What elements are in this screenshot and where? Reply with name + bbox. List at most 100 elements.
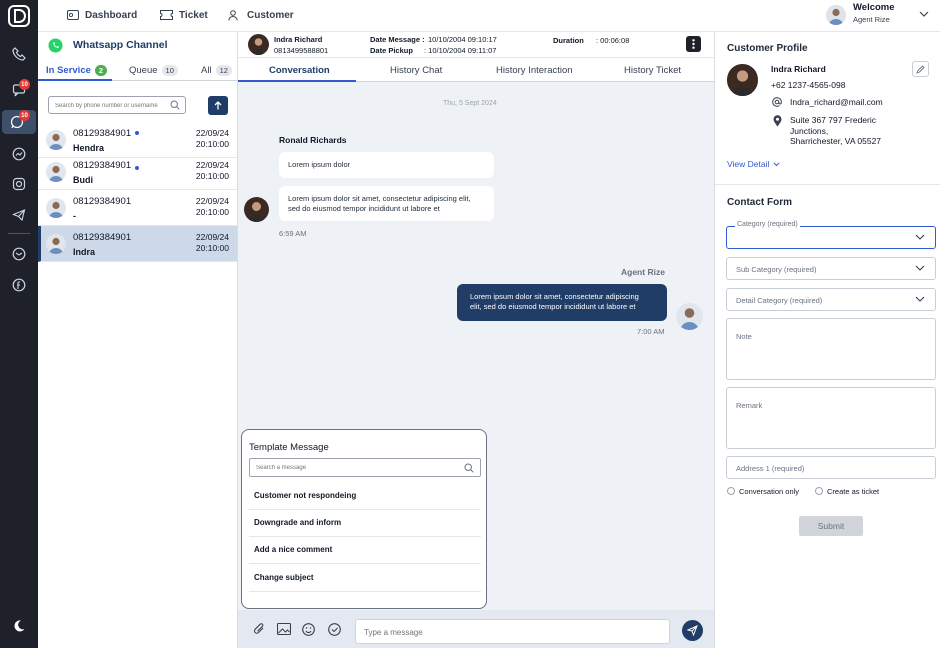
phone-icon[interactable] — [9, 44, 29, 64]
send-button[interactable] — [682, 620, 703, 641]
message-text: sed do eiusmod tempor incididunt ut labo… — [288, 204, 440, 213]
edit-profile-button[interactable] — [912, 61, 929, 77]
chevron-down-icon — [915, 234, 925, 240]
app-logo[interactable] — [8, 5, 30, 27]
template-search-box[interactable] — [249, 458, 481, 477]
nav-customer[interactable]: Customer — [228, 8, 294, 22]
email-icon[interactable] — [9, 244, 29, 264]
send-icon — [687, 625, 698, 636]
chat-panel: Indra Richard 0813499588801 Date Message… — [238, 32, 714, 648]
conversation-time: 20:10:00 — [195, 207, 229, 217]
unread-dot — [135, 166, 139, 170]
left-rail: 10 10 — [0, 0, 38, 648]
avatar — [46, 198, 66, 218]
pencil-icon — [916, 65, 925, 74]
chat-tabs: Conversation History Chat History Intera… — [238, 58, 714, 82]
conversation-name: Hendra — [73, 143, 105, 153]
duration-value: : 00:06:08 — [596, 36, 630, 45]
sender-name: Ronald Richards — [279, 135, 347, 145]
conversation-date: 22/09/24 — [195, 128, 229, 138]
message-input-box[interactable] — [355, 619, 670, 644]
nav-ticket[interactable]: Ticket — [160, 8, 208, 22]
message-bubble: Lorem ipsum dolor — [279, 152, 494, 178]
remark-textarea[interactable]: Remark — [726, 387, 936, 449]
conversation-date: 22/09/24 — [195, 196, 229, 206]
date-message-value: 10/10/2004 09:10:17 — [428, 35, 497, 44]
tab-history-ticket[interactable]: History Ticket — [624, 65, 681, 76]
date-pickup-value: : 10/10/2004 09:11:07 — [424, 46, 497, 55]
conversation-item[interactable]: 08129384901 Hendra 22/09/24 20:10:00 — [38, 122, 237, 158]
chevron-down-icon[interactable] — [919, 11, 929, 17]
dark-mode-icon[interactable] — [9, 616, 29, 636]
search-icon[interactable] — [464, 463, 474, 473]
messenger-icon[interactable] — [9, 144, 29, 164]
active-tab-underline — [238, 80, 356, 82]
facebook-icon[interactable] — [9, 275, 29, 295]
chevron-down-icon — [915, 296, 925, 302]
sort-up-button[interactable] — [208, 96, 228, 115]
profile-name: Indra Richard — [771, 64, 826, 74]
whatsapp-rail-active[interactable]: 10 — [2, 110, 36, 134]
note-textarea[interactable]: Note — [726, 318, 936, 380]
detail-category-select[interactable]: Detail Category (required) — [726, 288, 936, 311]
search-input[interactable] — [55, 100, 167, 111]
template-item[interactable]: Add a nice comment — [249, 536, 481, 564]
agent-name: Agent Rize — [853, 15, 890, 24]
create-ticket-radio[interactable] — [815, 487, 823, 495]
sub-category-select[interactable]: Sub Category (required) — [726, 257, 936, 280]
chevron-down-icon — [773, 161, 780, 167]
sender-avatar — [244, 197, 269, 222]
customer-avatar — [248, 34, 269, 55]
tab-all-label: All — [201, 65, 212, 76]
category-select[interactable]: Category (required) — [726, 221, 936, 249]
conversation-only-radio[interactable] — [727, 487, 735, 495]
unread-dot — [135, 131, 139, 135]
conversation-name: - — [73, 211, 76, 221]
template-search-input[interactable] — [256, 463, 456, 473]
tab-conversation[interactable]: Conversation — [269, 65, 330, 76]
agent-message-bubble: Lorem ipsum dolor sit amet, consectetur … — [457, 284, 667, 321]
avatar — [46, 162, 66, 182]
view-detail-link[interactable]: View Detail — [727, 159, 780, 169]
chat-header: Indra Richard 0813499588801 Date Message… — [238, 32, 714, 58]
nav-dashboard[interactable]: Dashboard — [67, 8, 137, 22]
conversation-item-active[interactable]: 08129384901 Indra 22/09/24 20:10:00 — [38, 226, 237, 262]
profile-avatar — [727, 64, 758, 96]
template-item[interactable]: Customer not respondeing — [249, 482, 481, 510]
template-item[interactable]: Change subject — [249, 564, 481, 592]
conversation-datetime: 22/09/24 20:10:00 — [196, 196, 229, 218]
conversation-item[interactable]: 08129384901 Budi 22/09/24 20:10:00 — [38, 154, 237, 190]
duration-label: Duration — [553, 36, 584, 45]
tab-history-interaction[interactable]: History Interaction — [496, 65, 573, 76]
agent-avatar[interactable] — [826, 5, 846, 25]
message-input[interactable] — [364, 626, 654, 638]
search-box[interactable] — [48, 96, 186, 114]
template-item[interactable]: Downgrade and inform — [249, 509, 481, 537]
customer-profile-title: Customer Profile — [727, 43, 808, 54]
search-icon[interactable] — [170, 100, 180, 110]
tab-history-chat[interactable]: History Chat — [390, 65, 442, 76]
conversation-name: Indra — [73, 247, 96, 257]
tab-in-service-label: In Service — [46, 65, 91, 76]
dashboard-icon — [67, 10, 79, 20]
attachment-icon[interactable] — [253, 622, 266, 636]
conversation-item[interactable]: 08129384901 - 22/09/24 20:10:00 — [38, 190, 237, 226]
address-input[interactable]: Address 1 (required) — [726, 456, 936, 479]
emoji-icon[interactable] — [302, 623, 315, 636]
location-pin-icon — [773, 115, 782, 127]
instagram-icon[interactable] — [9, 174, 29, 194]
tab-queue-count: 10 — [161, 65, 178, 76]
submit-button[interactable]: Submit — [799, 516, 863, 536]
category-label: Category (required) — [735, 221, 800, 228]
contact-form-title: Contact Form — [727, 197, 792, 208]
tab-queue[interactable]: Queue 10 — [129, 65, 178, 76]
address-line: Junctions, — [790, 125, 829, 136]
telegram-icon[interactable] — [9, 205, 29, 225]
conversation-date: 22/09/24 — [195, 232, 229, 242]
remark-placeholder: Remark — [736, 401, 763, 410]
image-icon[interactable] — [277, 623, 291, 635]
template-icon[interactable] — [328, 623, 341, 636]
tab-in-service[interactable]: In Service 2 — [46, 65, 108, 76]
tab-all[interactable]: All 12 — [201, 65, 232, 76]
more-options-button[interactable] — [686, 36, 701, 52]
